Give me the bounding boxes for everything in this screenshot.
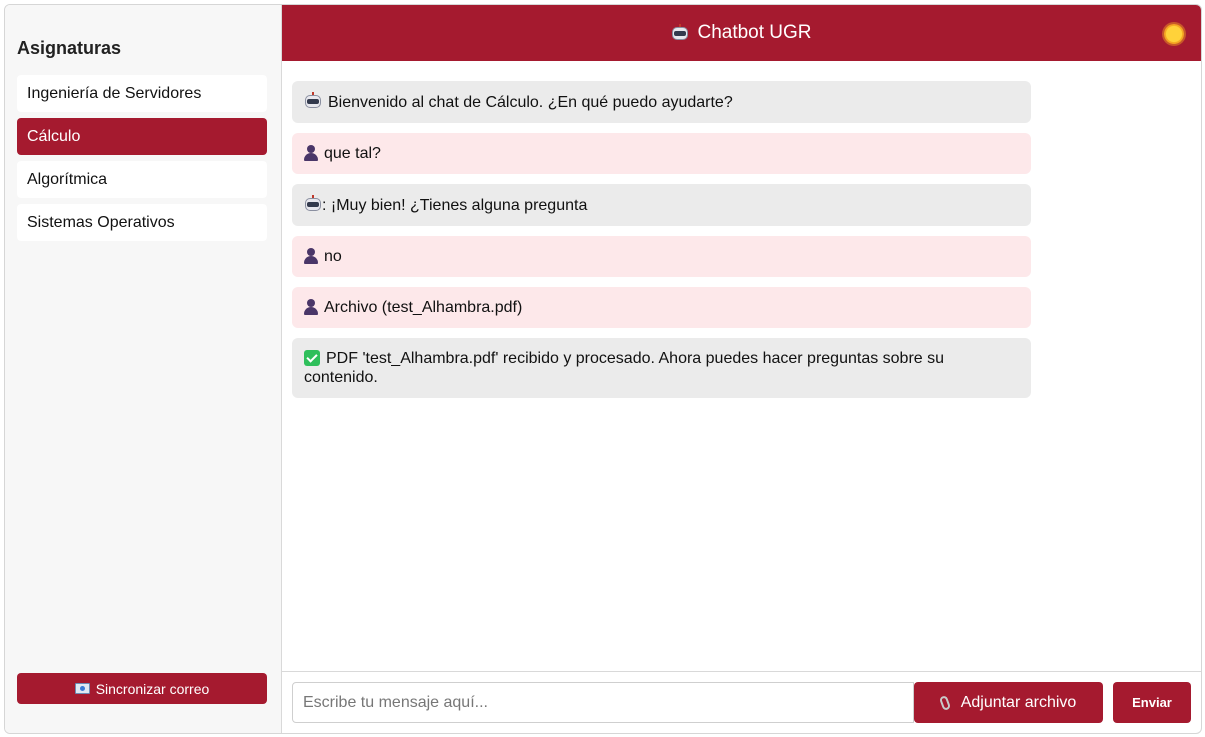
message-text: que tal? bbox=[324, 145, 381, 162]
message-bot: PDF 'test_Alhambra.pdf' recibido y proce… bbox=[292, 338, 1031, 398]
robot-icon bbox=[304, 195, 322, 213]
paperclip-icon bbox=[938, 694, 951, 711]
user-icon bbox=[304, 299, 318, 315]
message-text: : ¡Muy bien! ¿Tienes alguna pregunta bbox=[322, 197, 588, 214]
app-window: Asignaturas Ingeniería de Servidores Cál… bbox=[4, 4, 1202, 734]
header-title: Chatbot UGR bbox=[671, 22, 812, 44]
attach-file-label: Adjuntar archivo bbox=[960, 693, 1077, 711]
sidebar-item-calculo[interactable]: Cálculo bbox=[17, 118, 267, 155]
message-bot: Bienvenido al chat de Cálculo. ¿En qué p… bbox=[292, 81, 1031, 123]
message-input[interactable] bbox=[292, 682, 914, 723]
robot-icon bbox=[671, 24, 689, 42]
sidebar-item-algoritmica[interactable]: Algorítmica bbox=[17, 161, 267, 198]
message-text: no bbox=[324, 248, 342, 265]
mail-icon bbox=[74, 683, 90, 694]
message-user: Archivo (test_Alhambra.pdf) bbox=[292, 287, 1031, 328]
attach-file-button[interactable]: Adjuntar archivo bbox=[914, 682, 1103, 723]
sidebar-item-ingenieria-de-servidores[interactable]: Ingeniería de Servidores bbox=[17, 75, 267, 112]
sidebar-item-sistemas-operativos[interactable]: Sistemas Operativos bbox=[17, 204, 267, 241]
send-button[interactable]: Enviar bbox=[1113, 682, 1191, 723]
chat-header: Chatbot UGR bbox=[282, 5, 1201, 61]
input-bar: Adjuntar archivo Enviar bbox=[282, 671, 1201, 733]
app-title: Chatbot UGR bbox=[697, 22, 812, 43]
robot-icon bbox=[304, 92, 322, 110]
sync-mail-label: Sincronizar correo bbox=[95, 680, 210, 697]
check-icon bbox=[304, 350, 320, 366]
chat-panel: Chatbot UGR Bienvenido al chat de Cálcul… bbox=[282, 5, 1201, 733]
sun-icon[interactable] bbox=[1164, 24, 1184, 44]
sync-mail-button[interactable]: Sincronizar correo bbox=[17, 673, 267, 704]
message-bot: : ¡Muy bien! ¿Tienes alguna pregunta bbox=[292, 184, 1031, 226]
sidebar-title: Asignaturas bbox=[17, 38, 122, 58]
user-icon bbox=[304, 248, 318, 264]
user-icon bbox=[304, 145, 318, 161]
message-text: Archivo (test_Alhambra.pdf) bbox=[324, 299, 523, 316]
message-text: PDF 'test_Alhambra.pdf' recibido y proce… bbox=[304, 350, 945, 386]
message-list: Bienvenido al chat de Cálculo. ¿En qué p… bbox=[282, 61, 1201, 671]
message-user: no bbox=[292, 236, 1031, 277]
sidebar: Asignaturas Ingeniería de Servidores Cál… bbox=[5, 5, 282, 733]
message-text: Bienvenido al chat de Cálculo. ¿En qué p… bbox=[328, 94, 733, 111]
message-user: que tal? bbox=[292, 133, 1031, 174]
